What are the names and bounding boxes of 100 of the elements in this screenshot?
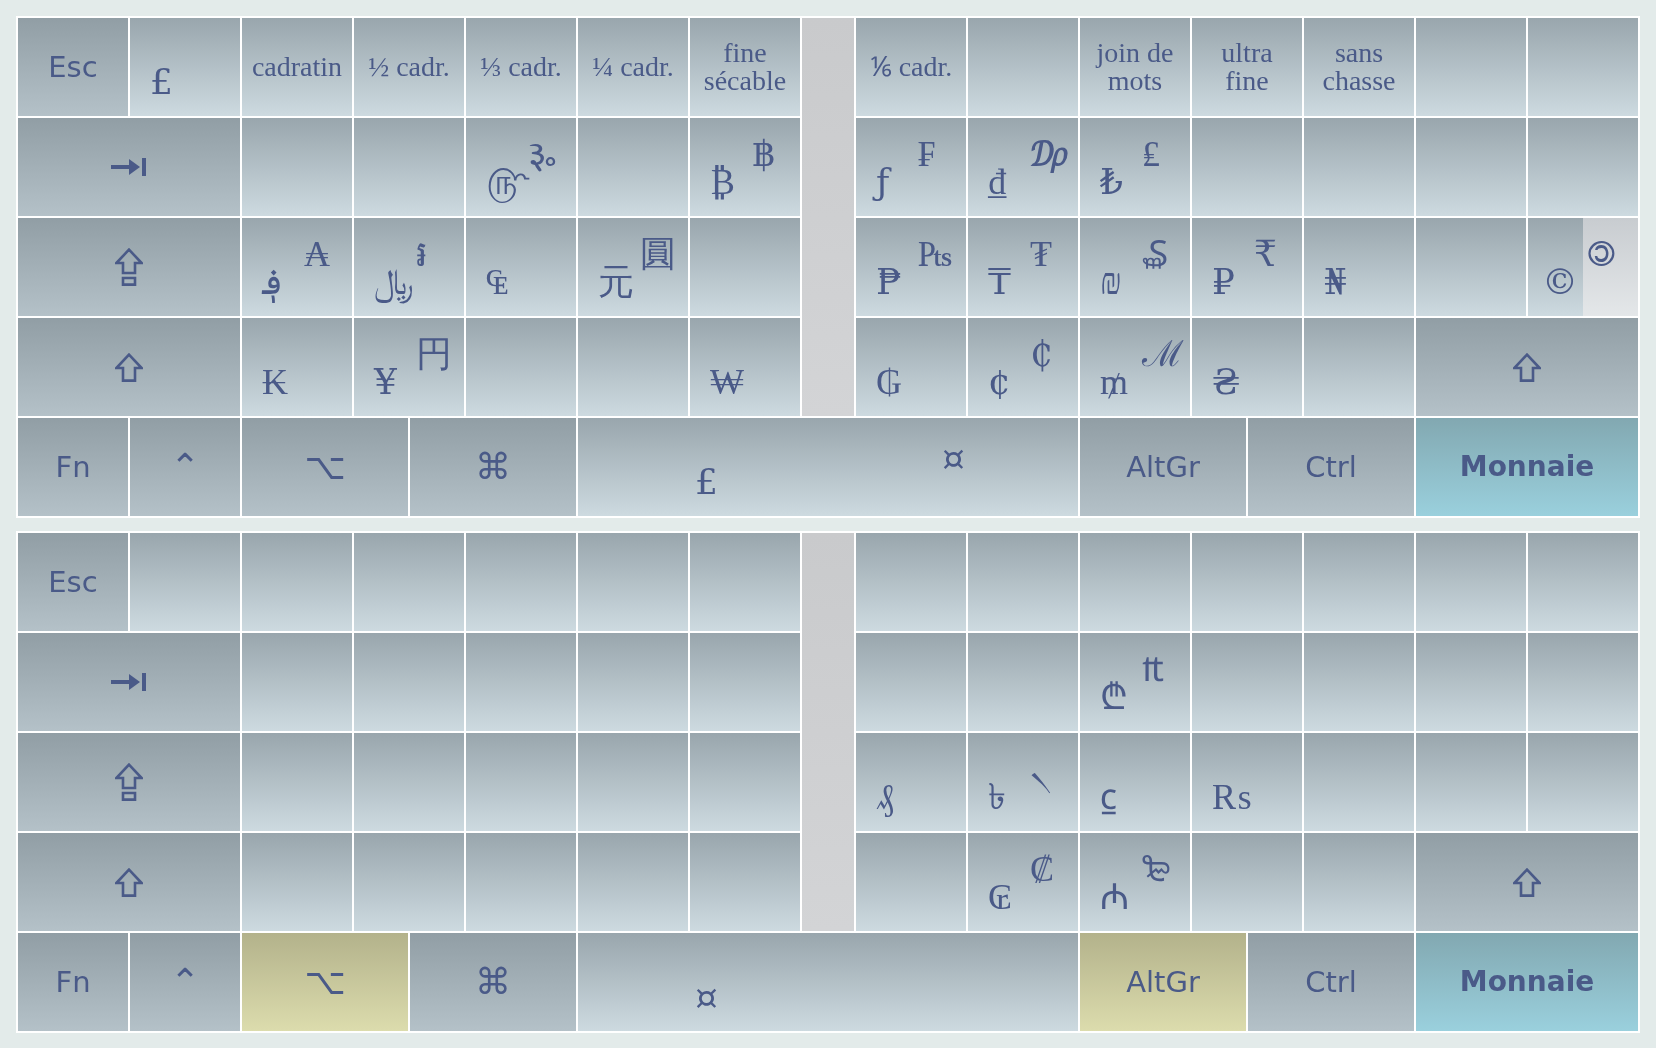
key[interactable] [690, 218, 800, 316]
key[interactable] [1304, 118, 1414, 216]
key[interactable] [18, 633, 240, 731]
key[interactable]: Esc [18, 18, 128, 116]
key[interactable] [856, 833, 966, 931]
key[interactable]: join de mots [1080, 18, 1190, 116]
key[interactable] [690, 833, 800, 931]
key[interactable] [1304, 833, 1414, 931]
key[interactable]: Esc [18, 533, 128, 631]
key[interactable] [466, 633, 576, 731]
key[interactable]: ₫ ₯ [968, 118, 1078, 216]
key[interactable]: ₪ ₷ [1080, 218, 1190, 316]
key[interactable]: ⌘ [410, 418, 576, 516]
key[interactable] [354, 833, 464, 931]
key[interactable] [690, 733, 800, 831]
key[interactable]: Ctrl [1248, 933, 1414, 1031]
key[interactable] [1528, 633, 1638, 731]
key[interactable] [354, 533, 464, 631]
key[interactable] [242, 533, 352, 631]
key[interactable] [856, 533, 966, 631]
key[interactable] [690, 633, 800, 731]
key[interactable] [1528, 118, 1638, 216]
key[interactable]: © 🄯 [1528, 218, 1638, 316]
key[interactable] [466, 318, 576, 416]
key[interactable]: cadratin [242, 18, 352, 116]
key[interactable] [578, 833, 688, 931]
key[interactable]: Monnaie [1416, 418, 1638, 516]
key[interactable] [1416, 218, 1526, 316]
key[interactable] [1528, 533, 1638, 631]
key[interactable]: sans chasse [1304, 18, 1414, 116]
key[interactable]: ₿ ฿ [690, 118, 800, 216]
key[interactable]: Fn [18, 933, 128, 1031]
key[interactable] [1304, 533, 1414, 631]
key[interactable] [1416, 118, 1526, 216]
key[interactable]: ₢ ₡ [968, 833, 1078, 931]
key[interactable]: ₲ [856, 318, 966, 416]
key[interactable]: Ctrl [1248, 418, 1414, 516]
key[interactable] [1416, 18, 1526, 116]
key[interactable] [1304, 733, 1414, 831]
space-bar[interactable]: ¤ [578, 933, 1078, 1031]
key[interactable]: ؋ ₳ [242, 218, 352, 316]
key[interactable] [1192, 633, 1302, 731]
key[interactable] [354, 633, 464, 731]
key[interactable]: ⌃ [130, 418, 240, 516]
key[interactable] [968, 18, 1078, 116]
key[interactable] [1416, 633, 1526, 731]
key[interactable] [242, 733, 352, 831]
key[interactable]: ₥ ℳ [1080, 318, 1190, 416]
key[interactable] [130, 533, 240, 631]
key[interactable] [18, 218, 240, 316]
key[interactable] [354, 118, 464, 216]
key[interactable]: ₱ ₧ [856, 218, 966, 316]
key[interactable]: ₼ ₻ [1080, 833, 1190, 931]
key[interactable]: ৳ ৲ [968, 733, 1078, 831]
key[interactable] [242, 633, 352, 731]
key[interactable]: ₰ [856, 733, 966, 831]
key[interactable] [578, 318, 688, 416]
key[interactable] [1528, 18, 1638, 116]
key[interactable]: ⅓ cadr. [466, 18, 576, 116]
key[interactable] [1304, 318, 1414, 416]
key[interactable]: ƒ ₣ [856, 118, 966, 216]
key[interactable]: AltGr [1080, 418, 1246, 516]
key[interactable] [466, 733, 576, 831]
key[interactable] [242, 833, 352, 931]
key[interactable] [1416, 733, 1526, 831]
key[interactable] [578, 118, 688, 216]
key[interactable]: ₠ [466, 218, 576, 316]
key[interactable] [1080, 533, 1190, 631]
key[interactable] [968, 633, 1078, 731]
key[interactable]: ⃀ [1080, 733, 1190, 831]
key[interactable] [1416, 533, 1526, 631]
key[interactable]: ¥ 円 [354, 318, 464, 416]
key[interactable]: ₭ [242, 318, 352, 416]
key[interactable] [18, 318, 240, 416]
key[interactable] [466, 533, 576, 631]
key[interactable]: ⌥ [242, 418, 408, 516]
key[interactable]: 元 圓 [578, 218, 688, 316]
key[interactable] [1192, 533, 1302, 631]
key[interactable] [18, 833, 240, 931]
key[interactable] [1416, 833, 1638, 931]
key[interactable]: ½ cadr. [354, 18, 464, 116]
key[interactable]: ¼ cadr. [578, 18, 688, 116]
key[interactable]: ⅙ cadr. [856, 18, 966, 116]
key[interactable]: ₴ [1192, 318, 1302, 416]
key[interactable] [1304, 633, 1414, 731]
key[interactable] [690, 533, 800, 631]
key[interactable]: Fn [18, 418, 128, 516]
key[interactable]: ₦ [1304, 218, 1414, 316]
key[interactable] [578, 633, 688, 731]
space-bar[interactable]: £ ¤ [578, 418, 1078, 516]
key[interactable]: ﷼ ៛ [354, 218, 464, 316]
key[interactable]: £ [130, 18, 240, 116]
key[interactable] [1192, 833, 1302, 931]
key[interactable] [1416, 318, 1638, 416]
key[interactable]: ₸ ₮ [968, 218, 1078, 316]
key[interactable]: ⌥ [242, 933, 408, 1031]
key[interactable] [968, 533, 1078, 631]
key[interactable] [856, 633, 966, 731]
key[interactable]: Monnaie [1416, 933, 1638, 1031]
key[interactable]: ₽ ₹ [1192, 218, 1302, 316]
